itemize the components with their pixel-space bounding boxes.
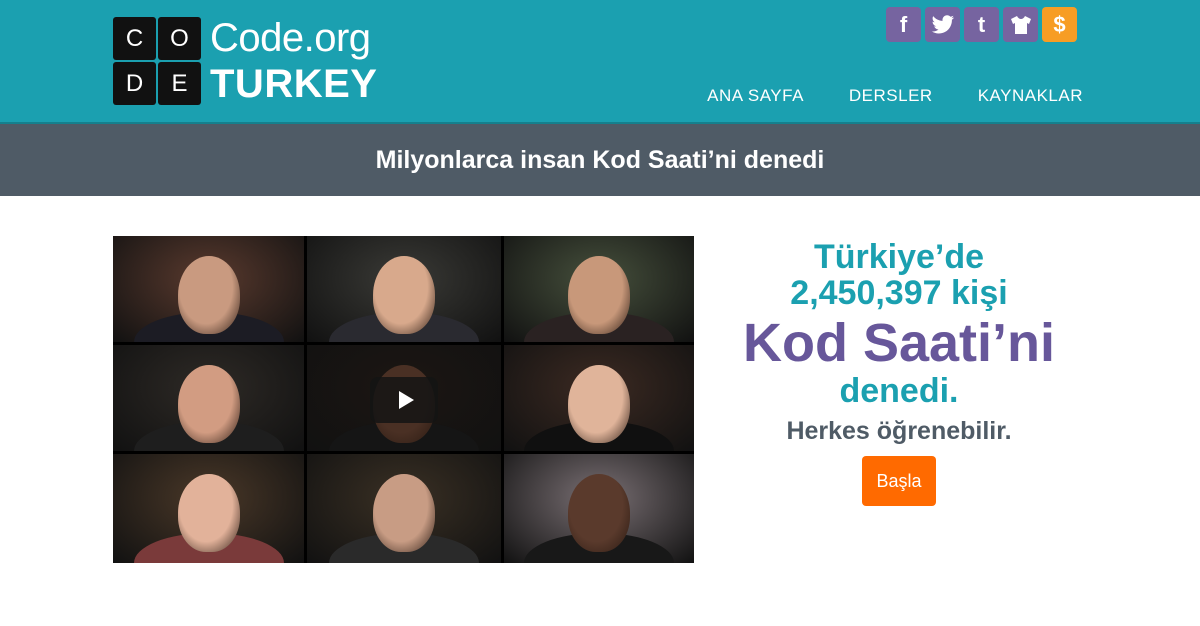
video-thumbnail-tile [113, 454, 304, 563]
twitter-bird-glyph [931, 14, 954, 34]
banner-title: Milyonlarca insan Kod Saati’ni denedi [375, 145, 825, 174]
portrait-face [177, 256, 240, 334]
logo-letter: D [113, 62, 156, 105]
stats-tagline: Herkes öğrenebilir. [786, 416, 1012, 445]
play-icon [398, 391, 414, 409]
stats-tried: denedi. [839, 372, 959, 411]
logo-letter: E [158, 62, 201, 105]
logo-letter: O [158, 17, 201, 60]
video-thumbnail-tile [113, 345, 304, 451]
logo-letter-grid: C O D E [113, 17, 201, 105]
headline-banner: Milyonlarca insan Kod Saati’ni denedi [0, 124, 1200, 196]
video-thumbnail-tile [307, 454, 501, 563]
logo-line-code-org: Code.org [210, 16, 371, 60]
portrait-face [373, 256, 435, 334]
nav-item-dersler[interactable]: DERSLER [849, 86, 933, 106]
nav-item-kaynaklar[interactable]: KAYNAKLAR [978, 86, 1083, 106]
portrait-face [177, 474, 240, 552]
nav-item-ana-sayfa[interactable]: ANA SAYFA [707, 86, 804, 106]
video-thumbnail-tile [504, 345, 694, 451]
tumblr-icon[interactable]: t [964, 7, 999, 42]
video-thumbnail-tile [504, 236, 694, 342]
stats-count: 2,450,397 kişi [790, 273, 1008, 312]
portrait-face [568, 474, 630, 552]
stats-panel: Türkiye’de 2,450,397 kişi Kod Saati’ni d… [714, 238, 1084, 506]
stats-country: Türkiye’de [813, 238, 985, 276]
portrait-face [373, 474, 435, 552]
video-thumbnail-tile [113, 236, 304, 342]
logo-line-turkey: TURKEY [210, 62, 378, 106]
portrait-face [568, 365, 630, 443]
logo-letter: C [113, 17, 156, 60]
shirt-glyph [1010, 15, 1031, 34]
portrait-face [177, 365, 240, 443]
video-thumbnail-tile [307, 236, 501, 342]
shirt-icon[interactable] [1003, 7, 1038, 42]
start-button[interactable]: Başla [862, 456, 936, 506]
facebook-icon[interactable]: f [886, 7, 921, 42]
twitter-icon[interactable] [925, 7, 960, 42]
portrait-face [568, 256, 630, 334]
stats-hour-of-code: Kod Saati’ni [742, 313, 1056, 374]
logo-wordmark: Code.org TURKEY [210, 18, 377, 104]
code-org-turkey-logo[interactable]: C O D E Code.org TURKEY [113, 17, 377, 105]
main-nav: ANA SAYFA DERSLER KAYNAKLAR [707, 86, 1083, 106]
donate-icon[interactable]: $ [1042, 7, 1077, 42]
social-links: f t $ [886, 7, 1077, 42]
site-header: C O D E Code.org TURKEY f t $ ANA SAYFA … [0, 0, 1200, 124]
play-button[interactable] [370, 377, 438, 423]
video-thumbnail-tile [504, 454, 694, 563]
